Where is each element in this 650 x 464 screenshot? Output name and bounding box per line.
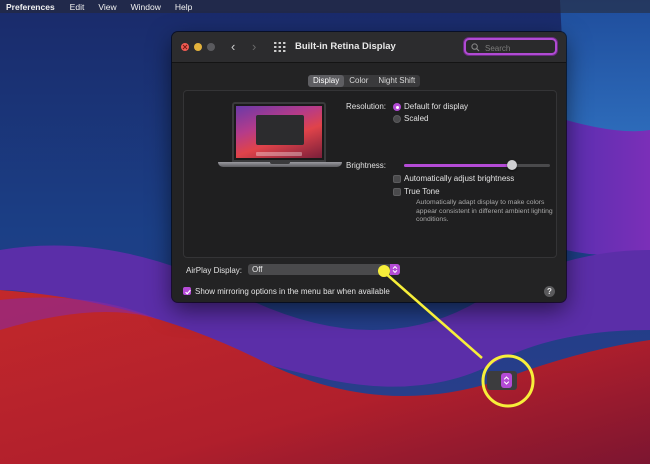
tab-color[interactable]: Color (344, 75, 373, 87)
resolution-default-label[interactable]: Default for display (404, 102, 468, 111)
brightness-slider-knob[interactable] (507, 160, 518, 170)
close-icon (182, 44, 188, 50)
menu-window[interactable]: Window (131, 2, 161, 12)
menu-help[interactable]: Help (175, 2, 192, 12)
window-titlebar: ‹ › Built-in Retina Display (172, 32, 566, 63)
search-field[interactable] (464, 38, 557, 55)
airplay-display-select[interactable]: Off (248, 264, 400, 275)
display-preferences-window: ‹ › Built-in Retina Display Display Colo… (172, 32, 566, 302)
tab-night-shift[interactable]: Night Shift (373, 75, 420, 87)
help-button[interactable]: ? (544, 286, 555, 297)
menu-edit[interactable]: Edit (70, 2, 85, 12)
airplay-stepper[interactable] (390, 264, 400, 275)
auto-brightness-label[interactable]: Automatically adjust brightness (404, 174, 514, 183)
brightness-slider-fill (404, 164, 513, 167)
back-arrow-icon[interactable]: ‹ (231, 40, 235, 53)
zoomed-stepper (501, 373, 512, 388)
tab-bar: Display Color Night Shift (308, 75, 421, 87)
brightness-label: Brightness: (346, 161, 387, 170)
show-all-grid-icon[interactable] (274, 42, 286, 52)
forward-arrow-icon[interactable]: › (252, 40, 256, 53)
menu-bar: Preferences Edit View Window Help (0, 0, 650, 13)
display-settings-panel: Resolution: Default for display Scaled B… (183, 90, 557, 258)
auto-brightness-checkbox[interactable] (393, 175, 401, 183)
search-input[interactable] (483, 41, 557, 55)
airplay-display-value: Off (252, 265, 263, 274)
true-tone-label[interactable]: True Tone (404, 187, 440, 196)
mirroring-label[interactable]: Show mirroring options in the menu bar w… (195, 287, 390, 296)
window-title: Built-in Retina Display (295, 41, 396, 52)
close-window-button[interactable] (181, 43, 189, 51)
zoom-window-button[interactable] (207, 43, 215, 51)
resolution-scaled-label[interactable]: Scaled (404, 114, 428, 123)
mirroring-checkbox[interactable] (183, 287, 191, 295)
search-icon (471, 43, 480, 52)
true-tone-description: Automatically adapt display to make colo… (416, 199, 553, 223)
resolution-default-radio[interactable] (393, 103, 401, 111)
resolution-scaled-radio[interactable] (393, 115, 401, 123)
laptop-illustration (218, 102, 342, 177)
menu-app-preferences[interactable]: Preferences (6, 2, 55, 12)
tab-display[interactable]: Display (308, 75, 345, 87)
resolution-label: Resolution: (346, 102, 387, 111)
checkmark-icon (185, 289, 191, 295)
chevron-up-down-icon (503, 376, 510, 385)
zoomed-stepper-preview (487, 371, 517, 390)
chevron-up-down-icon (392, 265, 398, 274)
menu-view[interactable]: View (98, 2, 116, 12)
airplay-display-label: AirPlay Display: (186, 266, 243, 275)
true-tone-checkbox[interactable] (393, 188, 401, 196)
minimize-window-button[interactable] (194, 43, 202, 51)
brightness-slider[interactable] (404, 160, 550, 170)
